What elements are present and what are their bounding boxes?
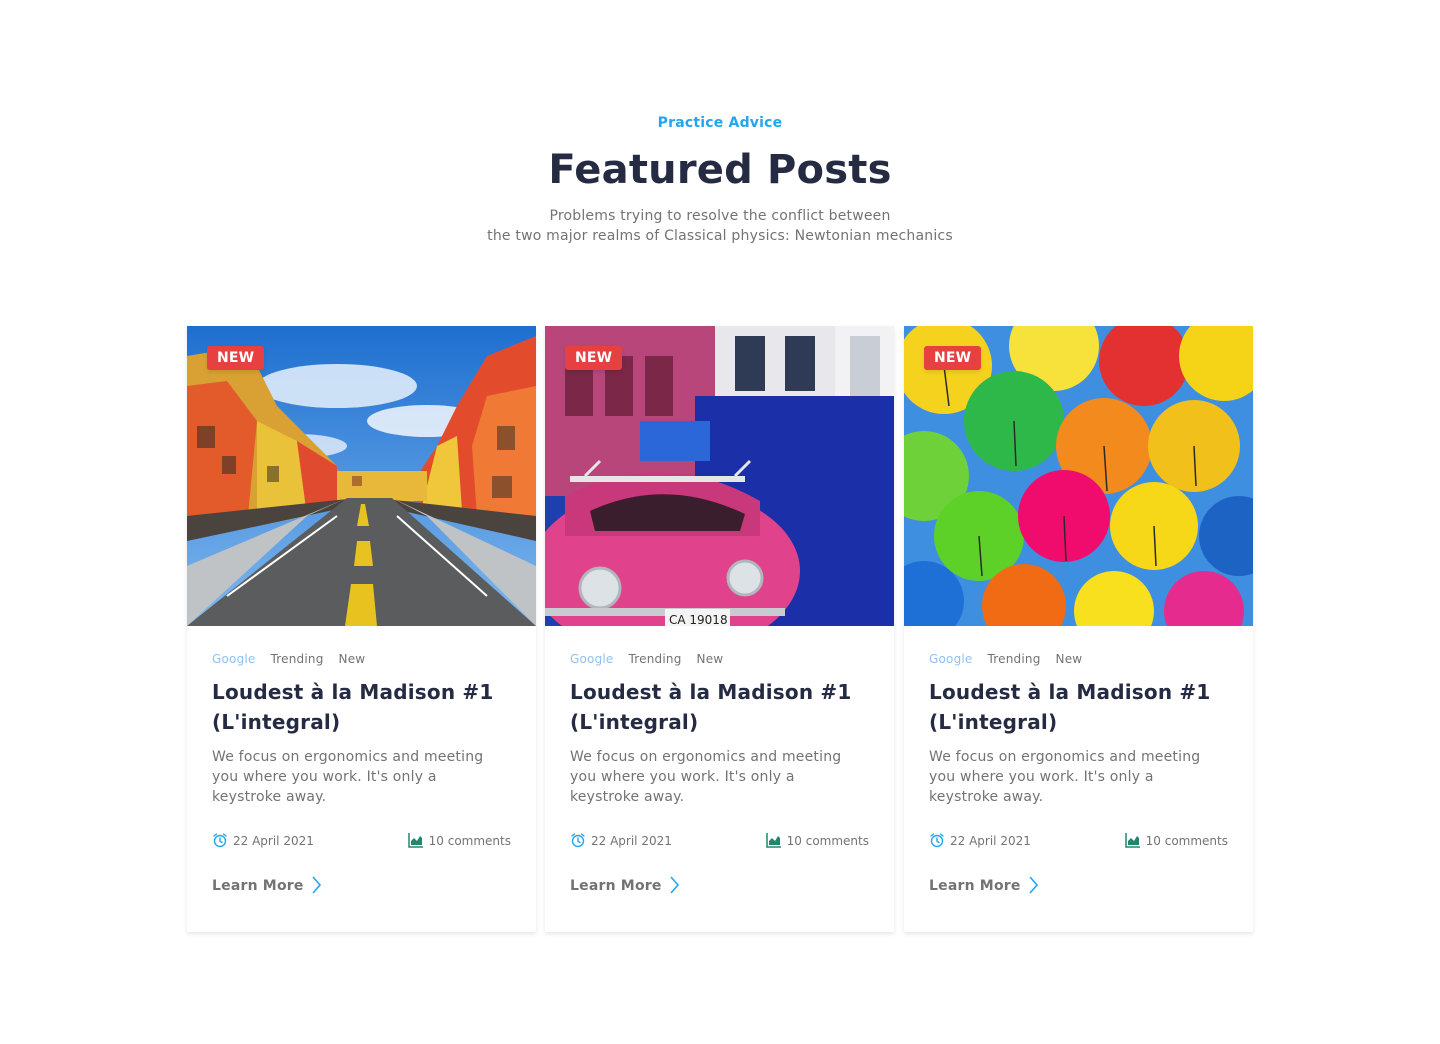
learn-more-label: Learn More bbox=[212, 878, 304, 894]
post-card[interactable]: NEW Google Trending New Loudest à la Madis… bbox=[187, 326, 536, 932]
post-excerpt: We focus on ergonomics and meeting you w… bbox=[570, 749, 842, 805]
new-badge: NEW bbox=[924, 346, 982, 370]
post-tags: Google Trending New bbox=[570, 651, 738, 667]
tag-link[interactable]: New bbox=[1056, 652, 1083, 666]
area-chart-icon bbox=[1124, 833, 1140, 848]
date-text: 22 April 2021 bbox=[233, 834, 314, 848]
post-image-pink-car[interactable]: CA 19018 NEW bbox=[545, 326, 894, 626]
post-title[interactable]: Loudest à la Madison #1 (L'integral) bbox=[570, 677, 869, 737]
area-chart-icon bbox=[765, 833, 781, 848]
tag-link[interactable]: Trending bbox=[988, 652, 1041, 666]
date-text: 22 April 2021 bbox=[591, 834, 672, 848]
post-tags: Google Trending New bbox=[929, 651, 1097, 667]
post-image-street[interactable]: NEW bbox=[187, 326, 536, 626]
svg-text:CA 19018: CA 19018 bbox=[669, 613, 728, 626]
post-card[interactable]: CA 19018 NEW Google Trending New Loudest à… bbox=[545, 326, 894, 932]
subtitle-line-1: Problems trying to resolve the conflict … bbox=[549, 208, 891, 224]
new-badge: NEW bbox=[207, 346, 265, 370]
post-tags: Google Trending New bbox=[212, 651, 380, 667]
tag-link[interactable]: Google bbox=[929, 652, 973, 666]
date-text: 22 April 2021 bbox=[950, 834, 1031, 848]
post-meta: 22 April 2021 10 comments bbox=[570, 832, 869, 848]
post-comments[interactable]: 10 comments bbox=[407, 832, 511, 849]
post-excerpt: We focus on ergonomics and meeting you w… bbox=[212, 749, 484, 805]
post-date: 22 April 2021 bbox=[929, 832, 1031, 849]
tag-link[interactable]: Trending bbox=[629, 652, 682, 666]
post-date: 22 April 2021 bbox=[212, 832, 314, 849]
post-comments[interactable]: 10 comments bbox=[1124, 832, 1228, 849]
comments-text: 10 comments bbox=[786, 834, 869, 848]
new-badge: NEW bbox=[565, 346, 623, 370]
post-date: 22 April 2021 bbox=[570, 832, 672, 849]
comments-text: 10 comments bbox=[1145, 834, 1228, 848]
post-image-umbrellas[interactable]: NEW bbox=[904, 326, 1253, 626]
section-subtitle: Problems trying to resolve the conflict … bbox=[0, 206, 1440, 246]
learn-more-link[interactable]: Learn More bbox=[212, 875, 322, 896]
post-meta: 22 April 2021 10 comments bbox=[929, 832, 1228, 848]
tag-link[interactable]: Google bbox=[212, 652, 256, 666]
posts-grid: NEW Google Trending New Loudest à la Madis… bbox=[187, 326, 1253, 932]
learn-more-link[interactable]: Learn More bbox=[929, 875, 1039, 896]
area-chart-icon bbox=[407, 833, 423, 848]
learn-more-label: Learn More bbox=[570, 878, 662, 894]
section-title: Featured Posts bbox=[548, 147, 892, 193]
subtitle-line-2: the two major realms of Classical physic… bbox=[487, 228, 953, 244]
chevron-right-icon bbox=[1028, 876, 1038, 894]
post-comments[interactable]: 10 comments bbox=[765, 832, 869, 849]
post-title[interactable]: Loudest à la Madison #1 (L'integral) bbox=[212, 677, 511, 737]
alarm-clock-icon bbox=[571, 833, 585, 848]
post-card[interactable]: NEW Google Trending New Loudest à la Madis… bbox=[904, 326, 1253, 932]
tag-link[interactable]: Google bbox=[570, 652, 614, 666]
chevron-right-icon bbox=[669, 876, 679, 894]
chevron-right-icon bbox=[311, 876, 321, 894]
alarm-clock-icon bbox=[930, 833, 944, 848]
learn-more-label: Learn More bbox=[929, 878, 1021, 894]
post-excerpt: We focus on ergonomics and meeting you w… bbox=[929, 749, 1201, 805]
alarm-clock-icon bbox=[213, 833, 227, 848]
tag-link[interactable]: Trending bbox=[271, 652, 324, 666]
tag-link[interactable]: New bbox=[697, 652, 724, 666]
learn-more-link[interactable]: Learn More bbox=[570, 875, 680, 896]
tag-link[interactable]: New bbox=[339, 652, 366, 666]
post-title[interactable]: Loudest à la Madison #1 (L'integral) bbox=[929, 677, 1228, 737]
post-meta: 22 April 2021 10 comments bbox=[212, 832, 511, 848]
section-eyebrow: Practice Advice bbox=[657, 115, 783, 131]
comments-text: 10 comments bbox=[428, 834, 511, 848]
